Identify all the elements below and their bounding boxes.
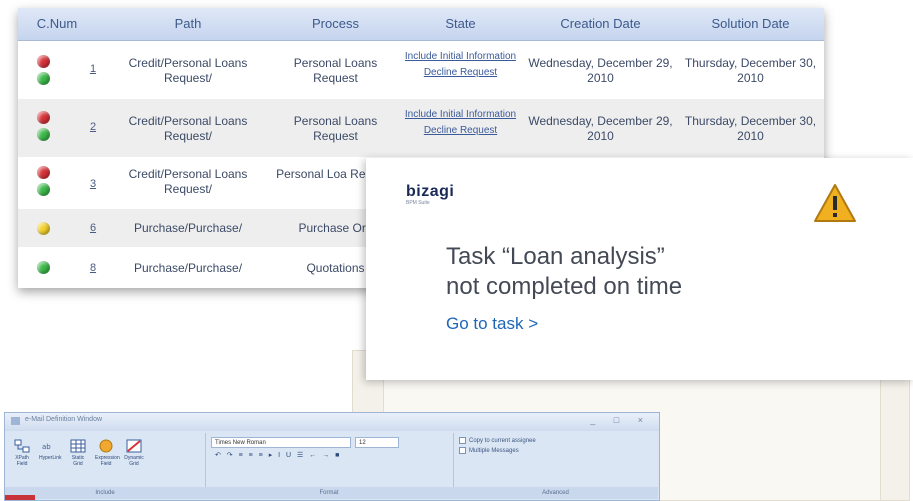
format-group-label: Format	[205, 487, 453, 499]
state-cell: Include Initial Information Decline Requ…	[398, 50, 523, 80]
notification-message: Task “Loan analysis” not completed on ti…	[446, 242, 682, 302]
table-header: C.Num Path Process State Creation Date S…	[18, 8, 824, 41]
bizagi-logo-subtitle: BPM Suite	[406, 200, 430, 206]
status-green-icon	[37, 183, 50, 196]
status-red-icon	[37, 111, 50, 124]
status-green-icon	[37, 261, 50, 274]
window-app-icon	[11, 417, 20, 425]
ribbon-group-format: Times New Roman 12 ↶ ↷ ≡ ≡ ≡ ▸ I U ☰ ← →…	[205, 433, 454, 499]
status-red-icon	[37, 55, 50, 68]
checkbox-box[interactable]	[459, 437, 466, 444]
multiple-messages-label: Multiple Messages	[469, 448, 519, 455]
notification-card: bizagi BPM Suite Task “Loan analysis” no…	[366, 158, 913, 380]
header-state[interactable]: State	[398, 8, 523, 40]
state-link-include-initial[interactable]: Include Initial Information	[398, 50, 523, 64]
process-cell: Personal Loans Request	[293, 114, 378, 143]
path-cell: Purchase/Purchase/	[133, 261, 243, 275]
creation-date-cell: Wednesday, December 29, 2010	[528, 114, 673, 143]
path-cell: Credit/Personal Loans Request/	[128, 114, 248, 143]
include-group-label: Include	[5, 487, 205, 499]
static-grid-icon	[70, 439, 86, 453]
status-green-icon	[37, 72, 50, 85]
expression-icon	[99, 439, 113, 453]
table-row[interactable]: 2 Credit/Personal Loans Request/ Persona…	[18, 99, 824, 157]
solution-date-cell: Thursday, December 30, 2010	[684, 114, 817, 143]
xpath-field-button[interactable]: XPath Field	[11, 439, 33, 467]
solution-date-cell: Thursday, December 30, 2010	[684, 56, 817, 85]
hyperlink-button[interactable]: ab HyperLink	[39, 439, 62, 461]
status-green-icon	[37, 128, 50, 141]
expression-field-label: Expression Field	[95, 455, 120, 467]
state-link-decline[interactable]: Decline Request	[398, 66, 523, 80]
xpath-field-label: XPath Field	[15, 455, 29, 467]
hyperlink-icon: ab	[42, 443, 51, 451]
checkbox-box[interactable]	[459, 447, 466, 454]
multiple-messages-checkbox[interactable]: Multiple Messages	[459, 447, 519, 454]
path-cell: Credit/Personal Loans Request/	[128, 167, 248, 196]
svg-text:ab: ab	[42, 443, 51, 451]
static-grid-label: Static Grid	[71, 455, 85, 467]
table-row[interactable]: 1 Credit/Personal Loans Request/ Persona…	[18, 41, 824, 99]
dynamic-grid-icon	[126, 439, 142, 453]
ribbon-group-include: XPath Field ab HyperLink Static Grid Exp…	[5, 433, 206, 499]
red-tab-marker	[5, 495, 35, 500]
path-cell: Purchase/Purchase/	[133, 221, 243, 235]
header-path[interactable]: Path	[103, 8, 273, 40]
hyperlink-label: HyperLink	[39, 455, 62, 461]
bizagi-logo: bizagi	[406, 183, 455, 200]
message-line-2: not completed on time	[446, 273, 683, 300]
state-cell: Include Initial Information Decline Requ…	[398, 108, 523, 138]
header-creation-date[interactable]: Creation Date	[528, 8, 673, 40]
header-cnum[interactable]: C.Num	[22, 8, 92, 40]
copy-to-assignee-checkbox[interactable]: Copy to current assignee	[459, 437, 536, 444]
copy-to-assignee-label: Copy to current assignee	[469, 438, 536, 445]
go-to-task-link[interactable]: Go to task >	[446, 314, 538, 334]
window-controls[interactable]: _ □ ×	[590, 415, 651, 425]
process-cell: Personal Loans Request	[293, 56, 378, 85]
dynamic-grid-label: Dynamic Grid	[124, 455, 144, 467]
header-solution-date[interactable]: Solution Date	[678, 8, 823, 40]
window-title: e-Mail Definition Window	[25, 416, 103, 423]
state-link-include-initial[interactable]: Include Initial Information	[398, 108, 523, 122]
format-toolbar[interactable]: ↶ ↷ ≡ ≡ ≡ ▸ I U ☰ ← → ■	[215, 451, 435, 463]
xpath-icon	[14, 439, 30, 453]
message-line-1: Task “Loan analysis”	[446, 243, 665, 270]
warning-icon	[814, 184, 856, 222]
window-titlebar: e-Mail Definition Window _ □ ×	[5, 413, 659, 431]
ribbon-group-advanced: Copy to current assignee Multiple Messag…	[453, 433, 658, 499]
static-grid-button[interactable]: Static Grid	[67, 439, 89, 467]
advanced-group-label: Advanced	[453, 487, 658, 499]
creation-date-cell: Wednesday, December 29, 2010	[528, 56, 673, 85]
font-size-select[interactable]: 12	[355, 437, 399, 448]
status-red-icon	[37, 166, 50, 179]
status-yellow-icon	[37, 222, 50, 235]
header-process[interactable]: Process	[273, 8, 398, 40]
path-cell: Credit/Personal Loans Request/	[128, 56, 248, 85]
dynamic-grid-button[interactable]: Dynamic Grid	[123, 439, 145, 467]
font-name-select[interactable]: Times New Roman	[211, 437, 351, 448]
expression-field-button[interactable]: Expression Field	[95, 439, 120, 467]
email-definition-window: e-Mail Definition Window _ □ × XPath Fie…	[4, 412, 660, 501]
state-link-decline[interactable]: Decline Request	[398, 124, 523, 138]
